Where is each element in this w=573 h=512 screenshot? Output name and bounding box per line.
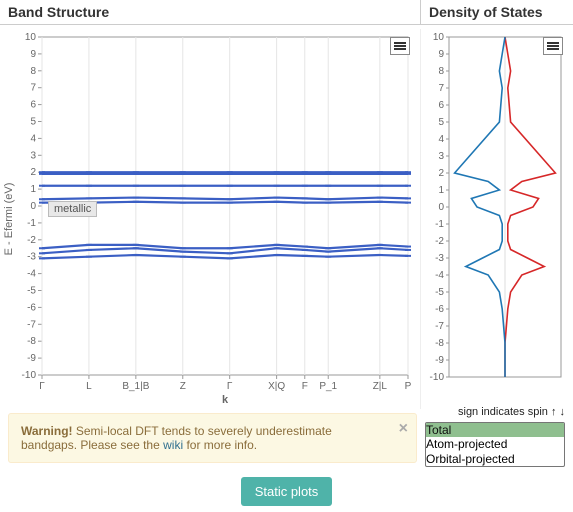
svg-text:0: 0 <box>30 201 36 212</box>
svg-text:-1: -1 <box>435 219 444 230</box>
svg-text:-9: -9 <box>27 353 36 364</box>
dos-header: Density of States <box>420 0 573 24</box>
dos-option-atom[interactable]: Atom-projected <box>426 437 564 451</box>
svg-text:-9: -9 <box>435 355 444 366</box>
svg-text:-3: -3 <box>435 253 444 264</box>
svg-text:-8: -8 <box>435 338 444 349</box>
band-chart[interactable]: -10-9-8-7-6-5-4-3-2-1012345678910ΓLB_1|B… <box>0 29 420 409</box>
svg-text:-3: -3 <box>27 252 36 263</box>
svg-text:9: 9 <box>30 49 36 60</box>
svg-text:6: 6 <box>438 100 444 111</box>
svg-text:X|Q: X|Q <box>268 381 285 392</box>
svg-text:-5: -5 <box>435 287 444 298</box>
warning-alert: Warning! Semi-local DFT tends to severel… <box>8 413 417 463</box>
svg-text:10: 10 <box>433 32 445 43</box>
alert-prefix: Warning! <box>21 424 73 438</box>
dos-option-total[interactable]: Total <box>426 423 564 437</box>
svg-text:9: 9 <box>438 49 444 60</box>
svg-text:-4: -4 <box>435 270 444 281</box>
dos-type-select[interactable]: Total Atom-projected Orbital-projected <box>425 422 565 467</box>
svg-text:B_1|B: B_1|B <box>122 381 149 392</box>
static-plots-button[interactable]: Static plots <box>241 477 333 506</box>
svg-text:10: 10 <box>25 32 37 43</box>
svg-text:-2: -2 <box>27 235 36 246</box>
spin-indicator-label: sign indicates spin ↑ ↓ <box>425 406 565 418</box>
svg-text:-7: -7 <box>435 321 444 332</box>
metallic-badge: metallic <box>48 201 97 217</box>
svg-text:7: 7 <box>438 83 444 94</box>
svg-text:F: F <box>302 381 308 392</box>
svg-text:L: L <box>86 381 92 392</box>
svg-text:4: 4 <box>438 134 444 145</box>
dos-option-orbital[interactable]: Orbital-projected <box>426 452 564 466</box>
svg-text:Γ: Γ <box>227 381 233 392</box>
svg-text:k: k <box>222 394 229 406</box>
svg-text:2: 2 <box>30 167 36 178</box>
svg-text:6: 6 <box>30 100 36 111</box>
svg-text:P_1: P_1 <box>319 381 337 392</box>
svg-text:2: 2 <box>438 168 444 179</box>
svg-text:-2: -2 <box>435 236 444 247</box>
svg-text:-6: -6 <box>27 302 36 313</box>
svg-text:-6: -6 <box>435 304 444 315</box>
svg-text:1: 1 <box>30 184 36 195</box>
alert-text-after: for more info. <box>183 438 257 452</box>
svg-text:0: 0 <box>438 202 444 213</box>
svg-text:-10: -10 <box>22 370 37 381</box>
svg-text:1: 1 <box>438 185 444 196</box>
svg-text:4: 4 <box>30 133 36 144</box>
hamburger-icon[interactable] <box>543 37 563 55</box>
svg-text:5: 5 <box>438 117 444 128</box>
svg-text:-7: -7 <box>27 319 36 330</box>
svg-text:3: 3 <box>30 150 36 161</box>
svg-text:P: P <box>405 381 412 392</box>
svg-text:-4: -4 <box>27 269 36 280</box>
svg-text:E - Efermi (eV): E - Efermi (eV) <box>3 183 15 256</box>
svg-text:8: 8 <box>30 66 36 77</box>
headers-row: Band Structure Density of States <box>0 0 573 25</box>
svg-text:-5: -5 <box>27 286 36 297</box>
band-header: Band Structure <box>0 0 420 24</box>
svg-text:-8: -8 <box>27 336 36 347</box>
svg-text:Γ: Γ <box>39 381 45 392</box>
svg-text:7: 7 <box>30 83 36 94</box>
hamburger-icon[interactable] <box>390 37 410 55</box>
svg-text:-10: -10 <box>430 372 445 383</box>
svg-text:Z|L: Z|L <box>373 381 388 392</box>
wiki-link[interactable]: wiki <box>163 438 183 452</box>
svg-text:Z: Z <box>180 381 186 392</box>
svg-text:-1: -1 <box>27 218 36 229</box>
svg-text:5: 5 <box>30 117 36 128</box>
svg-text:3: 3 <box>438 151 444 162</box>
close-icon[interactable]: × <box>399 420 408 438</box>
band-plot-panel: -10-9-8-7-6-5-4-3-2-1012345678910ΓLB_1|B… <box>0 29 420 409</box>
svg-text:8: 8 <box>438 66 444 77</box>
dos-plot-panel: -10-9-8-7-6-5-4-3-2-1012345678910 sign i… <box>420 29 573 409</box>
dos-chart[interactable]: -10-9-8-7-6-5-4-3-2-1012345678910 <box>421 29 571 389</box>
